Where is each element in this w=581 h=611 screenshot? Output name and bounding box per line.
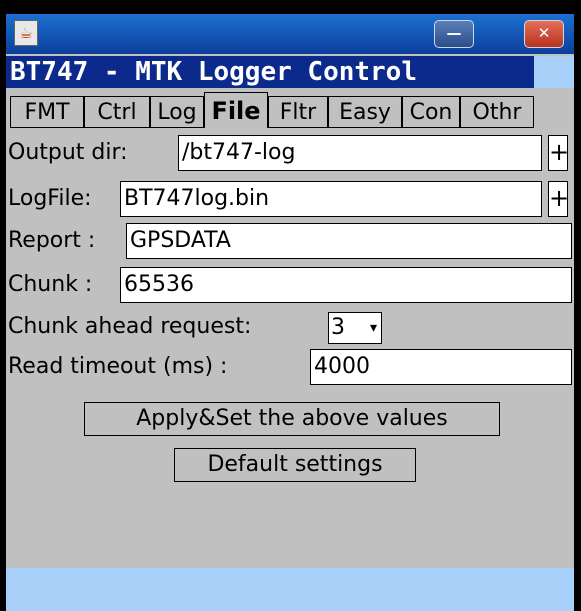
chunk-ahead-label: Chunk ahead request: xyxy=(8,314,252,339)
chunk-label: Chunk : xyxy=(8,272,93,297)
output-dir-label: Output dir: xyxy=(8,140,128,165)
tab-easy[interactable]: Easy xyxy=(328,96,402,128)
app-client-area: BT747 - MTK Logger Control FMT Ctrl Log … xyxy=(6,54,574,611)
tab-fmt[interactable]: FMT xyxy=(10,96,84,128)
chunk-ahead-value: 3 xyxy=(331,315,345,340)
default-settings-button[interactable]: Default settings xyxy=(174,448,416,482)
chunk-ahead-row: Chunk ahead request: 3 ▾ xyxy=(6,308,574,346)
read-timeout-row: Read timeout (ms) : 4000 xyxy=(6,348,574,386)
tab-file[interactable]: File xyxy=(204,92,268,128)
chunk-input[interactable]: 65536 xyxy=(120,267,572,303)
output-dir-add-button[interactable]: + xyxy=(548,135,569,171)
minimize-button[interactable]: — xyxy=(434,20,474,48)
output-dir-input[interactable]: /bt747-log xyxy=(178,135,542,171)
report-label: Report : xyxy=(8,228,96,253)
app-title: BT747 - MTK Logger Control xyxy=(6,56,534,88)
title-side-panel xyxy=(534,56,574,88)
read-timeout-input[interactable]: 4000 xyxy=(310,349,572,385)
java-cup-icon: ☕ xyxy=(14,20,38,46)
chevron-down-icon: ▾ xyxy=(369,320,377,336)
logfile-label: LogFile: xyxy=(8,186,92,211)
logfile-row: LogFile: BT747log.bin + xyxy=(6,180,574,218)
report-input[interactable]: GPSDATA xyxy=(126,223,572,259)
report-row: Report : GPSDATA xyxy=(6,222,574,260)
logfile-add-button[interactable]: + xyxy=(548,181,569,217)
output-dir-row: Output dir: /bt747-log + xyxy=(6,134,574,172)
tab-othr[interactable]: Othr xyxy=(460,96,534,128)
chunk-row: Chunk : 65536 xyxy=(6,266,574,304)
status-bar xyxy=(6,568,574,611)
read-timeout-label: Read timeout (ms) : xyxy=(8,354,228,379)
tab-log[interactable]: Log xyxy=(150,96,204,128)
close-button[interactable]: ✕ xyxy=(524,20,564,48)
app-window: ☕ — ✕ BT747 - MTK Logger Control FMT Ctr… xyxy=(0,0,581,611)
window-titlebar[interactable]: ☕ — ✕ xyxy=(6,14,574,54)
chunk-ahead-select[interactable]: 3 ▾ xyxy=(328,312,382,344)
tab-fltr[interactable]: Fltr xyxy=(268,96,328,128)
apply-settings-button[interactable]: Apply&Set the above values xyxy=(84,402,500,436)
tab-con[interactable]: Con xyxy=(402,96,460,128)
tab-ctrl[interactable]: Ctrl xyxy=(84,96,150,128)
logfile-input[interactable]: BT747log.bin xyxy=(120,181,542,217)
